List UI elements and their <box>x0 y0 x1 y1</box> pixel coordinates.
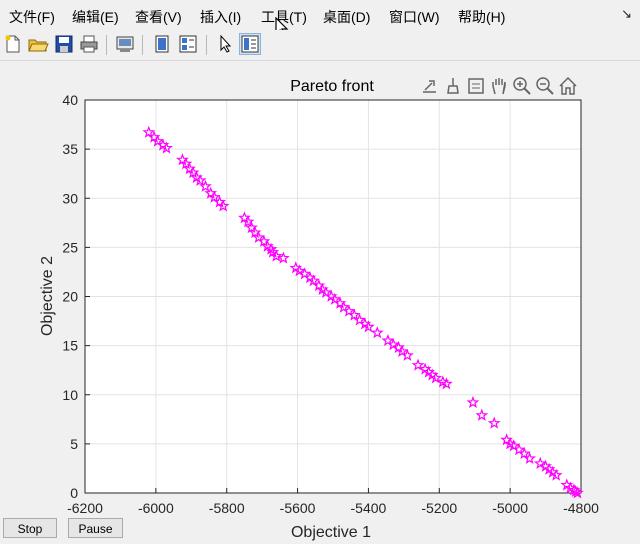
x-tick-label: -5800 <box>209 500 245 516</box>
x-axis-label: Objective 1 <box>291 524 371 541</box>
x-tick-label: -6000 <box>138 500 174 516</box>
pause-button[interactable]: Pause <box>68 518 123 538</box>
x-tick-label: -4800 <box>563 500 599 516</box>
brush-icon[interactable] <box>443 76 463 96</box>
y-tick-label: 5 <box>70 436 78 452</box>
x-tick-label: -5600 <box>280 500 316 516</box>
y-tick-label: 40 <box>62 92 78 108</box>
y-tick-label: 35 <box>62 141 78 157</box>
y-tick-label: 30 <box>62 190 78 206</box>
y-tick-label: 10 <box>62 387 78 403</box>
y-tick-label: 25 <box>62 239 78 255</box>
y-tick-label: 20 <box>62 289 78 305</box>
x-tick-label: -5400 <box>351 500 387 516</box>
axes-toolbar <box>420 76 580 98</box>
x-tick-label: -6200 <box>67 500 103 516</box>
data-tips-icon[interactable] <box>466 76 486 96</box>
y-axis-label: Objective 2 <box>39 256 56 336</box>
zoom-out-icon[interactable] <box>535 76 555 96</box>
x-tick-label: -5200 <box>421 500 457 516</box>
y-tick-label: 0 <box>70 485 78 501</box>
export-icon[interactable] <box>420 76 440 96</box>
chart-title: Pareto front <box>290 78 374 95</box>
x-tick-label: -5000 <box>492 500 528 516</box>
home-icon[interactable] <box>558 76 578 96</box>
y-tick-label: 15 <box>62 338 78 354</box>
pan-hand-icon[interactable] <box>489 76 509 96</box>
stop-button[interactable]: Stop <box>3 518 57 538</box>
zoom-in-icon[interactable] <box>512 76 532 96</box>
